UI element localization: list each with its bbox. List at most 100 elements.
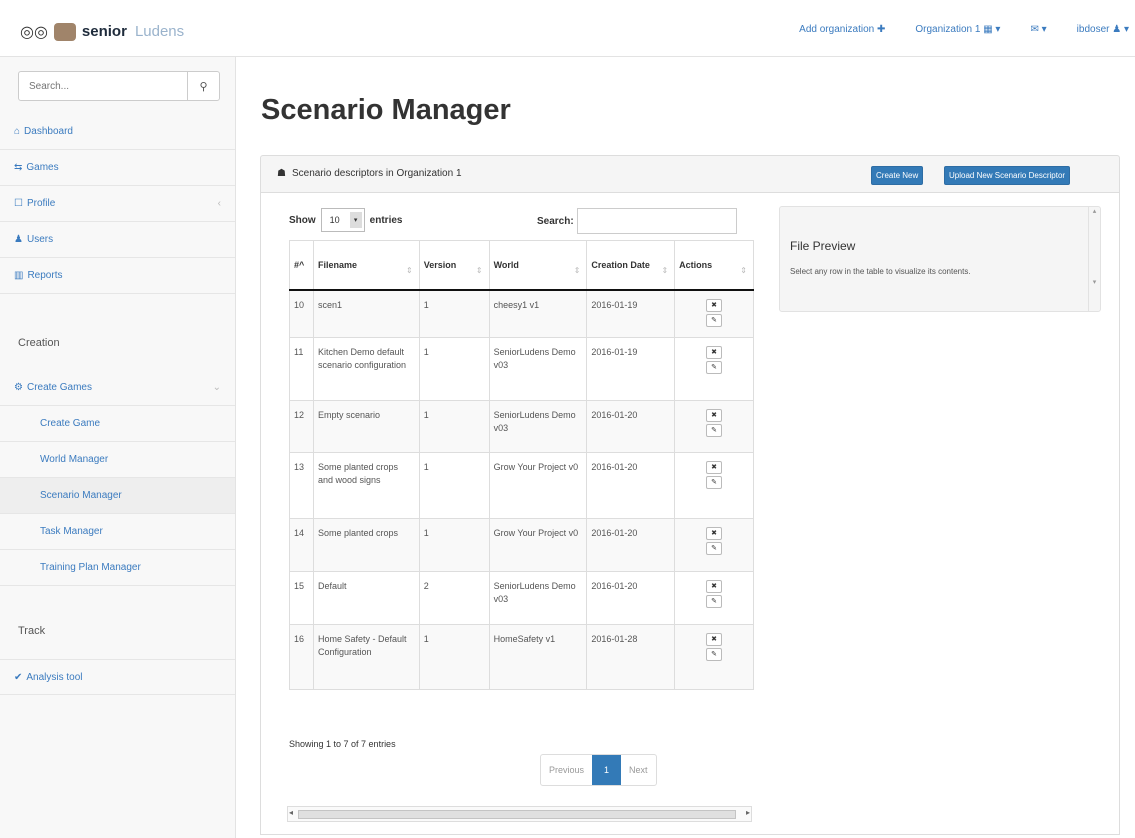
table-row[interactable]: 14 Some planted crops 1 Grow Your Projec…: [289, 518, 754, 572]
user-dropdown[interactable]: ibdoser ♟ ▾: [1077, 24, 1129, 35]
sidebar-item-label: World Manager: [40, 454, 109, 465]
sidebar-item-world-manager[interactable]: World Manager: [0, 442, 235, 478]
sidebar-item-label: Create Games: [26, 382, 92, 393]
check-icon: ✔: [14, 671, 23, 683]
edit-icon[interactable]: ✎: [706, 361, 723, 374]
brand-logo[interactable]: ◎◎ senior Ludens: [20, 22, 184, 41]
vertical-scrollbar[interactable]: ▴ ▾: [1088, 207, 1100, 311]
sidebar-item-training-plan-manager[interactable]: Training Plan Manager: [0, 550, 235, 586]
edit-icon[interactable]: ✎: [706, 313, 723, 327]
sidebar-item-task-manager[interactable]: Task Manager: [0, 514, 235, 550]
sidebar: ⚲ ⌂ Dashboard ⇆ Games ☐ Profile ‹ ♟ User…: [0, 57, 236, 838]
cell-filename: Home Safety - Default Configuration: [313, 624, 420, 690]
column-header-actions[interactable]: Actions ⇕: [674, 240, 754, 291]
sort-icon: ⇕: [661, 265, 669, 275]
delete-icon[interactable]: ✖: [706, 298, 723, 312]
brand-name-bold: senior: [81, 23, 127, 40]
scrollbar-thumb[interactable]: [298, 810, 736, 819]
edit-icon[interactable]: ✎: [706, 424, 723, 437]
cell-date: 2016-01-20: [586, 400, 676, 453]
horizontal-scrollbar[interactable]: ◂ ▸: [287, 806, 752, 822]
cell-id: 10: [289, 289, 314, 338]
column-header-filename[interactable]: Filename ⇕: [312, 240, 420, 291]
delete-icon[interactable]: ✖: [706, 409, 723, 422]
cell-date: 2016-01-19: [586, 337, 676, 401]
scroll-left-icon[interactable]: ◂: [289, 808, 293, 817]
cell-world: SeniorLudens Demo v03: [489, 571, 588, 625]
scroll-right-icon[interactable]: ▸: [746, 808, 750, 817]
cell-version: 1: [419, 337, 490, 401]
edit-icon[interactable]: ✎: [706, 595, 723, 608]
chevron-left-icon: ‹: [217, 198, 221, 209]
next-page-button[interactable]: Next: [621, 755, 656, 785]
show-label: Show: [289, 214, 316, 226]
scenario-table: #^ Filename ⇕ Version ⇕ World ⇕ Creation Da…: [289, 240, 754, 690]
table-row[interactable]: 16 Home Safety - Default Configuration 1…: [289, 624, 754, 690]
sidebar-item-label: Users: [26, 234, 54, 245]
column-header-id[interactable]: #^: [289, 240, 314, 291]
edit-icon[interactable]: ✎: [706, 542, 723, 555]
delete-icon[interactable]: ✖: [706, 633, 723, 646]
delete-icon[interactable]: ✖: [706, 527, 723, 540]
sidebar-item-analysis-tool[interactable]: ✔ Analysis tool: [0, 659, 235, 695]
organization-dropdown[interactable]: Organization 1 ▦ ▾: [915, 24, 1000, 35]
sidebar-item-scenario-manager[interactable]: Scenario Manager: [0, 478, 235, 514]
page-title: Scenario Manager: [261, 94, 511, 126]
sidebar-item-create-game[interactable]: Create Game: [0, 406, 235, 442]
top-nav-links: Add organization ✚ Organization 1 ▦ ▾ ✉ …: [799, 24, 1129, 35]
sidebar-item-create-games[interactable]: ⚙ Create Games ⌄: [0, 370, 235, 406]
entries-select[interactable]: 10 ▾: [320, 208, 365, 232]
entries-select-value: 10: [329, 215, 340, 225]
add-organization-link[interactable]: Add organization ✚: [799, 24, 885, 35]
search-button[interactable]: ⚲: [187, 72, 219, 100]
sidebar-item-label: Profile: [26, 198, 56, 209]
sidebar-item-dashboard[interactable]: ⌂ Dashboard: [0, 114, 235, 150]
sort-icon: ⇕: [740, 265, 747, 275]
delete-icon[interactable]: ✖: [706, 580, 723, 593]
cell-actions: ✖ ✎: [674, 452, 754, 519]
edit-icon[interactable]: ✎: [706, 648, 723, 661]
cell-filename: Empty scenario: [313, 400, 420, 453]
previous-page-button[interactable]: Previous: [541, 755, 592, 785]
table-row[interactable]: 12 Empty scenario 1 SeniorLudens Demo v0…: [289, 400, 754, 453]
create-new-button[interactable]: Create New: [871, 166, 924, 185]
chevron-down-icon: ▾: [349, 212, 362, 228]
cell-filename: Default: [313, 571, 420, 625]
table-row[interactable]: 13 Some planted crops and wood signs 1 G…: [289, 452, 754, 519]
table-row[interactable]: 10 scen1 1 cheesy1 v1 2016-01-19 ✖ ✎: [289, 289, 754, 338]
table-row[interactable]: 15 Default 2 SeniorLudens Demo v03 2016-…: [289, 571, 754, 625]
sidebar-item-users[interactable]: ♟ Users: [0, 222, 235, 258]
current-page-button[interactable]: 1: [592, 755, 622, 785]
sort-icon: ⇕: [475, 265, 483, 275]
upload-scenario-descriptor-button[interactable]: Upload New Scenario Descriptor: [944, 166, 1071, 185]
sidebar-item-games[interactable]: ⇆ Games: [0, 150, 235, 186]
sidebar-item-label: Reports: [27, 270, 63, 281]
column-header-label: Version: [423, 259, 457, 270]
users-icon: ♟: [14, 234, 23, 245]
sidebar-item-reports[interactable]: ▥ Reports: [0, 258, 235, 294]
column-header-creation-date[interactable]: Creation Date ⇕: [586, 240, 676, 291]
cell-filename: Kitchen Demo default scenario configurat…: [313, 337, 420, 401]
delete-icon[interactable]: ✖: [706, 346, 723, 359]
panel-header: ☗ Scenario descriptors in Organization 1…: [260, 155, 1120, 193]
table-search-input[interactable]: [576, 208, 737, 234]
edit-icon[interactable]: ✎: [706, 476, 723, 489]
inbox-dropdown[interactable]: ✉ ▾: [1030, 24, 1046, 35]
cell-version: 1: [419, 452, 490, 519]
gear-icon: ⚙: [14, 382, 23, 393]
cell-date: 2016-01-20: [586, 571, 676, 625]
delete-icon[interactable]: ✖: [706, 461, 723, 474]
column-header-world[interactable]: World ⇕: [488, 240, 588, 291]
cell-version: 1: [419, 400, 490, 453]
table-row[interactable]: 11 Kitchen Demo default scenario configu…: [289, 337, 754, 401]
sidebar-search: ⚲: [18, 71, 220, 101]
cell-id: 15: [289, 571, 314, 625]
cell-actions: ✖ ✎: [674, 289, 754, 338]
search-label: Search:: [537, 215, 574, 227]
sidebar-search-input[interactable]: [19, 72, 187, 100]
cell-world: SeniorLudens Demo v03: [489, 337, 588, 401]
column-header-version[interactable]: Version ⇕: [418, 240, 490, 291]
sitemap-icon: ☗: [277, 168, 286, 179]
sidebar-item-profile[interactable]: ☐ Profile ‹: [0, 186, 235, 222]
cell-filename: scen1: [313, 289, 420, 338]
